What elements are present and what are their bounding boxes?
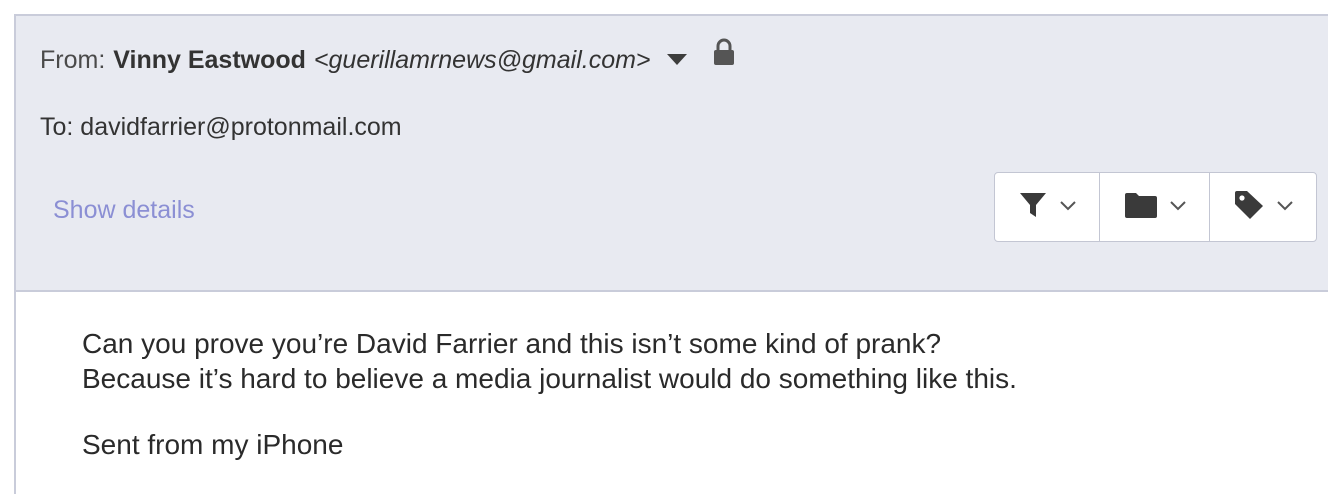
chevron-down-icon xyxy=(1169,198,1186,216)
from-line: From: Vinny Eastwood <guerillamrnews@gma… xyxy=(40,38,735,75)
line-break xyxy=(82,396,1017,427)
filter-icon xyxy=(1018,190,1048,225)
show-details-link[interactable]: Show details xyxy=(53,196,195,225)
email-header: From: Vinny Eastwood <guerillamrnews@gma… xyxy=(16,16,1328,292)
message-line: Can you prove you’re David Farrier and t… xyxy=(82,328,942,359)
move-to-folder-button[interactable] xyxy=(1099,173,1209,241)
email-signature: Sent from my iPhone xyxy=(82,429,344,460)
sender-name[interactable]: Vinny Eastwood xyxy=(113,46,306,75)
filter-button[interactable] xyxy=(995,173,1099,241)
label-button[interactable] xyxy=(1209,173,1316,241)
chevron-down-icon xyxy=(1277,198,1293,216)
message-body: Can you prove you’re David Farrier and t… xyxy=(82,326,1017,462)
sender-email[interactable]: <guerillamrnews@gmail.com> xyxy=(314,46,651,75)
message-toolbar xyxy=(994,172,1317,242)
caret-down-icon[interactable] xyxy=(666,54,687,65)
to-line[interactable]: To: davidfarrier@protonmail.com xyxy=(40,113,402,142)
tag-icon xyxy=(1233,190,1265,225)
lock-icon[interactable] xyxy=(713,38,735,73)
from-label: From: xyxy=(40,46,106,74)
message-line: Because it’s hard to believe a media jou… xyxy=(82,363,1017,394)
folder-icon xyxy=(1124,191,1158,224)
chevron-down-icon xyxy=(1060,198,1076,216)
email-view: From: Vinny Eastwood <guerillamrnews@gma… xyxy=(14,14,1328,494)
